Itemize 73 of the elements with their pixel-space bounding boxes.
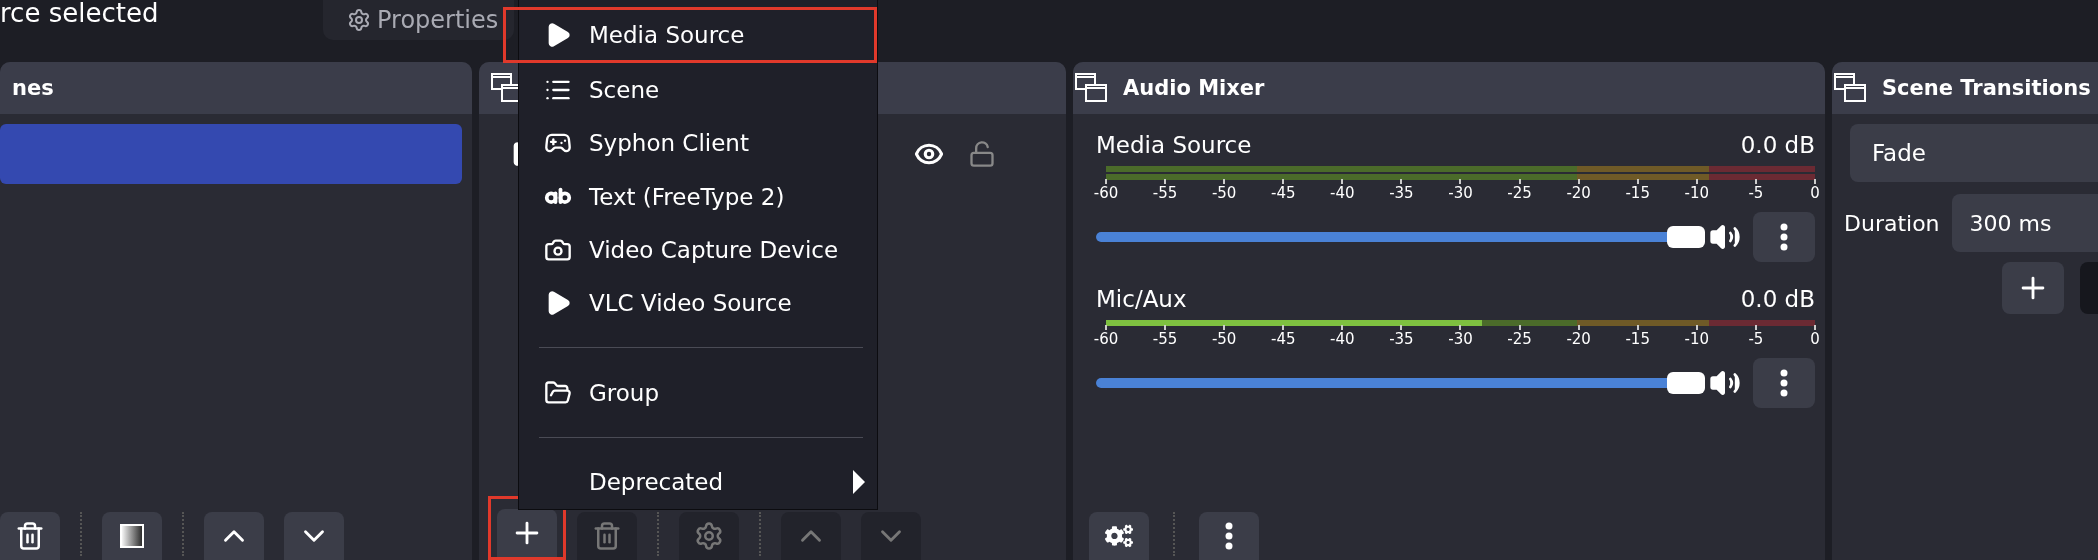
scale-label: -10 [1678,180,1715,202]
transition-dropdown[interactable]: Fade [1850,124,2098,182]
more-button[interactable] [1753,358,1815,408]
selection-label: rce selected [0,0,160,30]
scale-label: -60 [1088,326,1124,348]
scale-label: -20 [1560,180,1597,202]
scale-label: -55 [1147,180,1184,202]
more-button[interactable] [1199,512,1259,560]
trash-icon [592,521,622,551]
menu-item[interactable]: Video Capture Device [519,223,877,277]
gears-icon [1105,522,1133,550]
filter-icon [119,523,145,549]
trash-icon [15,521,45,551]
scale-label: -15 [1619,180,1656,202]
settings-icon [694,521,724,551]
move-up-button[interactable] [204,512,264,560]
scale-label: -45 [1265,326,1302,348]
properties-tab[interactable]: Properties [323,0,515,40]
panel-title: nes [12,76,54,100]
menu-item[interactable]: Text (FreeType 2) [519,169,877,224]
submenu-arrow-icon [851,469,867,496]
menu-item[interactable]: Group [519,366,877,420]
more-icon [1225,522,1233,550]
scale-label: -40 [1324,326,1361,348]
channel-name: Mic/Aux [1096,285,1187,314]
dock-icon[interactable] [1834,73,1866,103]
channel-name: Media Source [1096,131,1252,160]
scale-label: -50 [1206,180,1243,202]
scale-label: -35 [1383,326,1420,348]
menu-item[interactable]: VLC Video Source [519,276,877,331]
scale-label: -10 [1678,326,1715,348]
scale-label: -5 [1737,180,1774,202]
add-button[interactable] [2002,262,2064,314]
scale-label: -20 [1560,326,1597,348]
volume-reading: 0.0 dB [1740,131,1815,160]
duration-field[interactable]: 300 ms [1951,194,2098,252]
menu-item[interactable]: Scene [519,63,877,117]
scale-label: -30 [1442,326,1479,348]
more-icon [1780,223,1788,251]
settings-icon [347,8,371,32]
scale-label: -50 [1206,326,1243,348]
scale-label: -5 [1737,326,1774,348]
scale-label: -60 [1088,180,1124,202]
menu-item[interactable]: Deprecated [519,455,877,509]
slider-thumb[interactable] [1667,226,1705,248]
menu-item[interactable]: Media Source [519,10,874,60]
volume-slider[interactable] [1096,226,1705,248]
filter-button[interactable] [102,512,162,560]
more-icon [1780,369,1788,397]
delete-button[interactable] [0,512,60,560]
scale-label: -45 [1265,180,1302,202]
duration-label: Duration [1844,210,1940,236]
scale-label: -40 [1324,180,1361,202]
panel-title: Audio Mixer [1123,76,1265,100]
menu-item[interactable]: Syphon Client [519,116,877,170]
more-button[interactable] [1753,212,1815,262]
add-button[interactable] [497,509,557,557]
volume-slider[interactable] [1096,372,1705,394]
move-down-button[interactable] [284,512,344,560]
advanced-audio-button[interactable] [1089,512,1149,560]
slider-thumb[interactable] [1667,372,1705,394]
scale-label: -25 [1501,326,1538,348]
scale-label: 0 [1796,326,1833,348]
scale-label: -30 [1442,180,1479,202]
scale-label: -25 [1501,180,1538,202]
dock-icon[interactable] [1075,73,1107,103]
panel-title: Scene Transitions [1882,76,2091,100]
volume-reading: 0.0 dB [1740,285,1815,314]
scale-label: 0 [1796,180,1833,202]
scale-label: -35 [1383,180,1420,202]
scale-label: -15 [1619,326,1656,348]
scale-label: -55 [1147,326,1184,348]
unlocked-icon[interactable] [968,140,996,168]
